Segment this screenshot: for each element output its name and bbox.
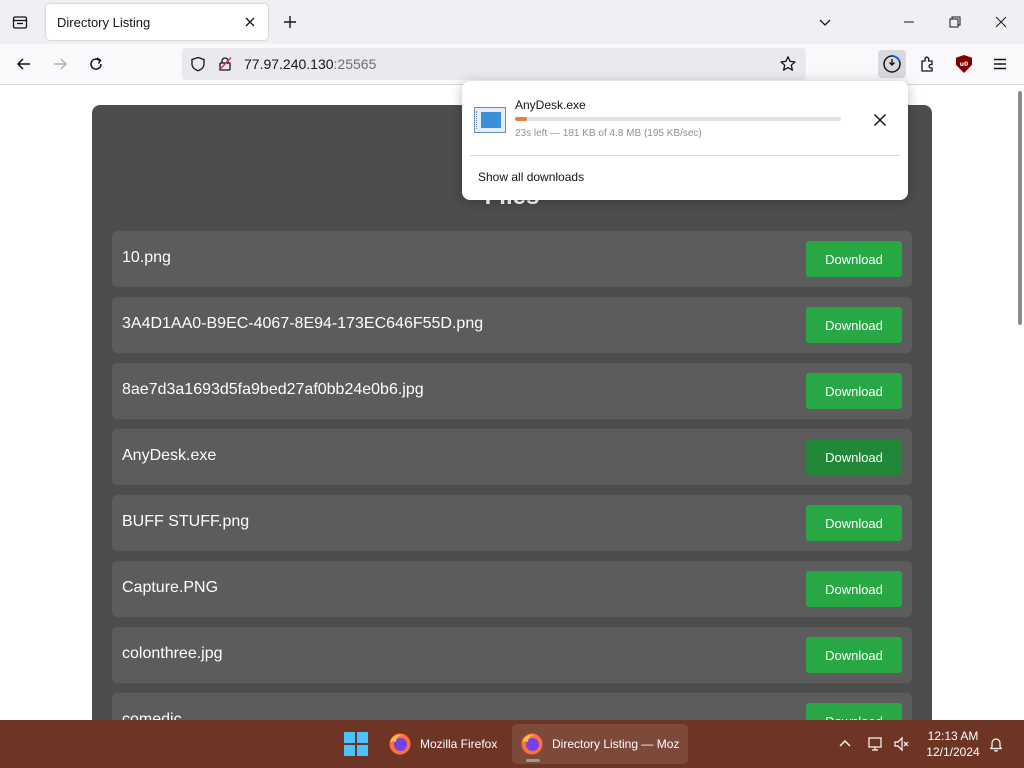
url-bar[interactable]: 77.97.240.130:25565 — [182, 48, 806, 80]
file-name: colonthree.jpg — [122, 645, 223, 662]
file-row: Capture.PNG Download — [112, 561, 912, 617]
url-port: :25565 — [333, 56, 377, 72]
back-arrow-icon[interactable] — [10, 50, 38, 78]
file-name: AnyDesk.exe — [122, 447, 217, 464]
volume-icon[interactable] — [892, 734, 912, 754]
taskbar-app-label: Directory Listing — Mozilla Firefox — [552, 737, 680, 751]
divider — [470, 155, 900, 156]
tab-close-icon[interactable] — [240, 12, 260, 32]
window-close-icon[interactable] — [989, 10, 1013, 34]
file-row: 8ae7d3a1693d5fa9bed27af0bb24e0b6.jpg Down… — [112, 363, 912, 419]
downloads-panel: AnyDesk.exe 23s left — 181 KB of 4.8 MB … — [462, 81, 908, 200]
download-button[interactable]: Download — [806, 307, 902, 343]
chevron-down-icon[interactable] — [813, 10, 837, 34]
windows-start-icon[interactable] — [344, 732, 368, 756]
file-row: colonthree.jpg Download — [112, 627, 912, 683]
active-app-indicator — [526, 759, 540, 762]
restore-icon[interactable] — [943, 10, 967, 34]
clock-date: 12/1/2024 — [926, 745, 980, 759]
taskbar-app-label: Mozilla Firefox — [420, 737, 498, 751]
file-name: BUFF STUFF.png — [122, 513, 250, 530]
url-host: 77.97.240.130 — [244, 56, 334, 72]
download-button[interactable]: Download — [806, 373, 902, 409]
downloads-icon[interactable] — [878, 50, 906, 78]
download-button[interactable]: Download — [806, 439, 902, 475]
ublock-icon[interactable]: u0 — [950, 50, 978, 78]
file-row: 3A4D1AA0-B9EC-4067-8E94-173EC646F55D.png… — [112, 297, 912, 353]
download-status: 23s left — 181 KB of 4.8 MB (195 KB/sec) — [515, 128, 702, 139]
clock-time: 12:13 AM — [927, 729, 979, 743]
shield-icon[interactable] — [188, 54, 208, 74]
file-name: comedic — [122, 711, 182, 720]
file-name: 10.png — [122, 249, 171, 266]
bell-icon[interactable] — [986, 734, 1006, 754]
insecure-lock-icon[interactable] — [215, 54, 235, 74]
file-row: 10.png Download — [112, 231, 912, 287]
show-all-downloads-button[interactable]: Show all downloads — [478, 170, 584, 184]
taskbar-app-directory-listing[interactable]: Directory Listing — Mozilla Firefox — [512, 724, 688, 764]
new-tab-icon[interactable] — [278, 10, 302, 34]
cancel-download-icon[interactable] — [868, 108, 892, 132]
minimize-icon[interactable] — [897, 10, 921, 34]
network-icon[interactable] — [866, 734, 886, 754]
extensions-icon[interactable] — [914, 50, 942, 78]
url-text: 77.97.240.130:25565 — [244, 56, 376, 72]
file-row: BUFF STUFF.png Download — [112, 495, 912, 551]
navigation-bar: 77.97.240.130:25565 u0 — [0, 44, 1024, 85]
download-button[interactable]: Download — [806, 505, 902, 541]
system-clock[interactable]: 12:13 AM 12/1/2024 — [922, 728, 984, 760]
forward-arrow-icon[interactable] — [46, 50, 74, 78]
file-row: comedic Download — [112, 693, 912, 720]
download-filename[interactable]: AnyDesk.exe — [515, 98, 586, 112]
taskbar-app-firefox[interactable]: Mozilla Firefox — [380, 724, 506, 764]
file-row: AnyDesk.exe Download — [112, 429, 912, 485]
download-button[interactable]: Download — [806, 637, 902, 673]
list-all-tabs-icon[interactable] — [8, 10, 32, 34]
download-button[interactable]: Download — [806, 241, 902, 277]
file-name: Capture.PNG — [122, 579, 219, 596]
download-progress-bar — [515, 117, 841, 121]
download-button[interactable]: Download — [806, 703, 902, 720]
star-icon[interactable] — [778, 54, 798, 74]
taskbar: Mozilla Firefox Directory Listing — Mozi… — [0, 720, 1024, 768]
download-button[interactable]: Download — [806, 571, 902, 607]
file-name: 8ae7d3a1693d5fa9bed27af0bb24e0b6.jpg — [122, 381, 424, 398]
firefox-icon — [389, 733, 411, 755]
menu-icon[interactable] — [986, 50, 1014, 78]
chevron-up-icon[interactable] — [835, 734, 855, 754]
download-progress-fill — [515, 117, 527, 121]
page-scrollbar[interactable] — [1018, 91, 1022, 325]
file-name: 3A4D1AA0-B9EC-4067-8E94-173EC646F55D.png — [122, 315, 484, 332]
tab-title: Directory Listing — [57, 15, 151, 30]
firefox-icon — [521, 733, 543, 755]
reload-icon[interactable] — [82, 50, 110, 78]
tab-strip: Directory Listing — [0, 0, 1024, 44]
tab-directory-listing[interactable]: Directory Listing — [46, 4, 268, 40]
exe-file-icon — [474, 107, 506, 133]
